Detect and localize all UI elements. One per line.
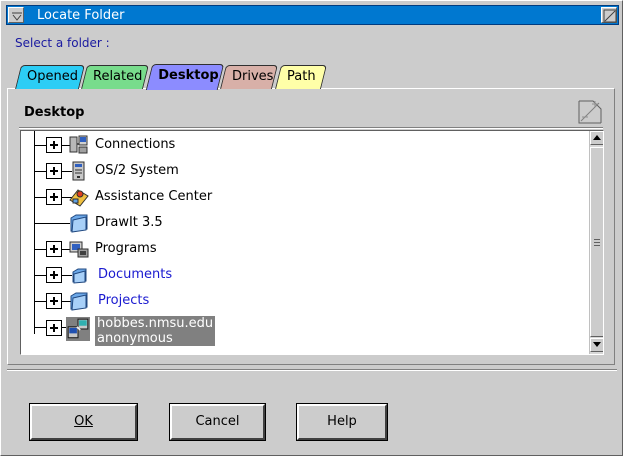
- tab-desktop[interactable]: Desktop: [145, 64, 225, 90]
- system-menu-icon: [12, 12, 22, 21]
- tree-item-label: Assistance Center: [95, 189, 213, 204]
- tab-label: Opened: [27, 69, 78, 84]
- site-user: anonymous: [97, 331, 173, 346]
- tab-label: Drives: [232, 69, 274, 84]
- tree-item-connections[interactable]: Connections: [21, 132, 591, 156]
- tab-related[interactable]: Related: [81, 65, 149, 89]
- tree-item-label: DrawIt 3.5: [95, 215, 163, 230]
- folder-icon: [70, 292, 88, 311]
- scroll-down-button[interactable]: [590, 338, 603, 352]
- tab-path[interactable]: Path: [275, 65, 327, 89]
- window-title: Locate Folder: [37, 8, 125, 23]
- system-menu-button[interactable]: [8, 7, 24, 23]
- tree-item-projects[interactable]: Projects: [21, 288, 591, 312]
- programs-icon: [69, 241, 89, 258]
- tree-item-label: Projects: [98, 293, 150, 308]
- tab-label: Desktop: [158, 68, 219, 83]
- arrow-up-icon: [593, 135, 601, 140]
- tab-drives[interactable]: Drives: [220, 65, 278, 89]
- tree-item-drawit[interactable]: DrawIt 3.5: [21, 210, 591, 234]
- scroll-grip: [594, 239, 600, 246]
- tree-item-hobbes[interactable]: hobbes.nmsu.edu anonymous: [21, 316, 591, 352]
- tree-item-label: OS/2 System: [95, 163, 179, 178]
- scroll-up-button[interactable]: [590, 131, 603, 145]
- expand-button[interactable]: [46, 267, 62, 283]
- expand-button[interactable]: [46, 189, 62, 205]
- page-title: Desktop: [24, 105, 85, 120]
- ftp-site-icon: [66, 317, 90, 341]
- locate-folder-dialog: Locate Folder Select a folder : Opened R…: [0, 0, 623, 456]
- arrow-down-icon: [593, 342, 601, 347]
- cancel-label: Cancel: [195, 414, 240, 429]
- button-separator: [7, 369, 617, 371]
- tree-item-programs[interactable]: Programs: [21, 236, 591, 260]
- connections-icon: [69, 135, 88, 154]
- folder-icon: [72, 268, 87, 284]
- title-bar[interactable]: Locate Folder: [6, 5, 619, 25]
- expand-button[interactable]: [46, 293, 62, 309]
- tree-line: [34, 223, 70, 224]
- header-divider: [19, 127, 603, 129]
- os2-system-icon: [72, 161, 85, 181]
- ok-button[interactable]: OK: [30, 404, 137, 440]
- tree-item-label: hobbes.nmsu.edu anonymous: [95, 316, 216, 346]
- site-host: hobbes.nmsu.edu: [97, 316, 214, 331]
- tab-label: Related: [93, 69, 143, 84]
- tree-item-label: Documents: [98, 267, 173, 282]
- tab-label: Path: [287, 69, 316, 84]
- vertical-scrollbar[interactable]: [589, 131, 603, 354]
- help-button[interactable]: Help: [297, 404, 387, 440]
- tab-opened[interactable]: Opened: [15, 65, 85, 89]
- folder-icon: [70, 214, 88, 233]
- ok-label: OK: [74, 414, 93, 429]
- page-turn-icon[interactable]: [577, 99, 603, 125]
- expand-button[interactable]: [46, 137, 62, 153]
- tree-item-os2-system[interactable]: OS/2 System: [21, 158, 591, 182]
- select-folder-prompt: Select a folder :: [15, 36, 110, 50]
- expand-button[interactable]: [46, 320, 62, 336]
- expand-button[interactable]: [46, 241, 62, 257]
- tree-item-label: Connections: [95, 137, 176, 152]
- tree-item-documents[interactable]: Documents: [21, 262, 591, 286]
- expand-button[interactable]: [46, 163, 62, 179]
- assistance-center-icon: [69, 189, 89, 207]
- maximize-icon: [603, 9, 617, 23]
- cancel-button[interactable]: Cancel: [170, 404, 265, 440]
- tree-item-assistance-center[interactable]: Assistance Center: [21, 184, 591, 208]
- folder-tree[interactable]: Connections OS/2 System Assistance Cente…: [20, 130, 604, 355]
- maximize-button[interactable]: [601, 7, 617, 23]
- help-label: Help: [327, 414, 357, 429]
- tree-item-label: Programs: [95, 241, 157, 256]
- scroll-thumb[interactable]: [590, 147, 603, 337]
